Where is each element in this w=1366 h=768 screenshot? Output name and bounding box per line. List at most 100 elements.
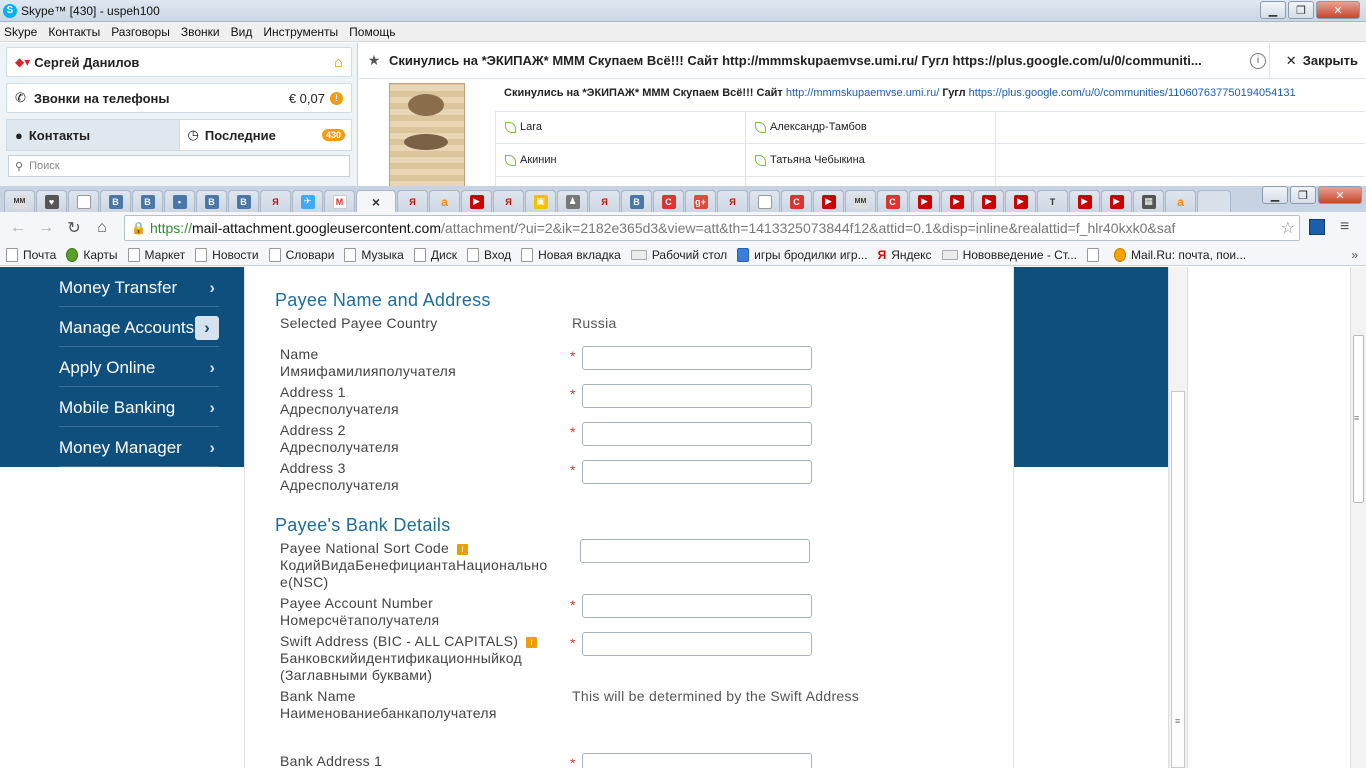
browser-tab[interactable]: ♥ [36, 190, 67, 212]
bookmarks-overflow-button[interactable]: » [1351, 248, 1358, 262]
menu-calls[interactable]: Звонки [181, 25, 220, 39]
bookmark-item[interactable]: Карты [66, 247, 118, 262]
menu-view[interactable]: Вид [231, 25, 253, 39]
info-tooltip-icon[interactable]: i [457, 544, 469, 555]
browser-tab[interactable]: В [132, 190, 163, 212]
menu-tools[interactable]: Инструменты [263, 25, 338, 39]
contact-search-input[interactable]: ⚲ Поиск [8, 155, 350, 177]
participant-item[interactable]: Акинин [505, 154, 557, 166]
inner-scrollbar[interactable]: ≡ [1168, 267, 1188, 768]
browser-tab[interactable]: ▶ [973, 190, 1004, 212]
browser-tab[interactable]: ▣ [525, 190, 556, 212]
browser-tab[interactable]: ▶ [813, 190, 844, 212]
bookmark-item[interactable]: Mail.Ru: почта, пои... [1114, 247, 1246, 262]
new-tab-button[interactable] [1197, 190, 1231, 212]
browser-tab[interactable]: g+ [685, 190, 716, 212]
nav-manage-accounts[interactable]: Manage Accounts › [59, 309, 219, 347]
info-tooltip-icon[interactable]: i [526, 637, 538, 648]
browser-tab[interactable]: a [1165, 190, 1196, 212]
browser-tab[interactable]: ▶ [941, 190, 972, 212]
browser-tab[interactable]: ▶ [1069, 190, 1100, 212]
browser-tab[interactable]: ✈ [292, 190, 323, 212]
browser-tab[interactable]: ▶ [909, 190, 940, 212]
nav-mobile-banking[interactable]: Mobile Banking › [59, 389, 219, 427]
bookmark-item[interactable]: игры бродилки игр... [737, 247, 868, 262]
browser-tab[interactable]: Я [717, 190, 748, 212]
bookmark-item[interactable]: Маркет [127, 247, 185, 262]
address3-field[interactable] [582, 460, 812, 484]
nav-money-transfer[interactable]: Money Transfer › [59, 269, 219, 307]
browser-tab[interactable]: ▶ [461, 190, 492, 212]
tab-contacts[interactable]: ● Контакты [6, 119, 180, 151]
menu-help[interactable]: Помощь [349, 25, 395, 39]
info-icon[interactable]: i [1250, 52, 1266, 69]
bookmark-item[interactable]: Вход [466, 247, 511, 262]
browser-tab[interactable]: Я [260, 190, 291, 212]
browser-tab[interactable]: T [1037, 190, 1068, 212]
browser-tab[interactable]: ▦ [1133, 190, 1164, 212]
browser-tab[interactable]: a [429, 190, 460, 212]
home-icon[interactable]: ⌂ [334, 54, 343, 71]
browser-tab[interactable]: В [228, 190, 259, 212]
bookmark-star-icon[interactable]: ☆ [1280, 218, 1295, 238]
bookmark-item[interactable]: Диск [413, 247, 457, 262]
browser-tab[interactable]: M [324, 190, 355, 212]
bookmark-item[interactable]: Нововведение - Ст... [941, 248, 1077, 262]
browser-maximize-button[interactable]: ❐ [1290, 186, 1316, 204]
browser-tab[interactable]: Я [397, 190, 428, 212]
maximize-button[interactable]: ❐ [1288, 1, 1314, 19]
menu-hamburger-icon[interactable]: ≡ [1340, 218, 1349, 236]
participant-item[interactable]: Lara [505, 121, 542, 133]
browser-tab[interactable] [749, 190, 780, 212]
forward-arrow-icon[interactable]: → [32, 219, 60, 237]
browser-tab[interactable]: В [621, 190, 652, 212]
menu-skype[interactable]: Skype [4, 25, 37, 39]
browser-tab[interactable]: C [653, 190, 684, 212]
address-bar[interactable]: 🔒 https://mail-attachment.googleusercont… [124, 215, 1300, 241]
bookmark-item[interactable]: Новости [195, 247, 259, 262]
browser-tab[interactable]: ▶ [1005, 190, 1036, 212]
browser-minimize-button[interactable]: ▁ [1262, 186, 1288, 204]
call-phones-row[interactable]: ✆ Звонки на телефоны € 0,07 ! [6, 83, 352, 113]
participant-item[interactable]: Александр-Тамбов [755, 121, 867, 133]
browser-tab[interactable]: C [877, 190, 908, 212]
profile-row[interactable]: ◆▾ Сергей Данилов ⌂ [6, 47, 352, 77]
home-icon[interactable]: ⌂ [88, 219, 116, 237]
tab-recent[interactable]: ◷ Последние 430 [179, 119, 352, 151]
browser-tab[interactable]: MM [4, 190, 35, 212]
reload-icon[interactable]: ↻ [60, 218, 88, 238]
browser-tab[interactable]: C [781, 190, 812, 212]
nav-apply-online[interactable]: Apply Online › [59, 349, 219, 387]
browser-tab[interactable] [68, 190, 99, 212]
close-tab-icon[interactable]: × [372, 194, 380, 210]
favorite-star-icon[interactable]: ★ [359, 52, 389, 69]
browser-tab[interactable]: ▶ [1101, 190, 1132, 212]
browser-tab[interactable]: MM [845, 190, 876, 212]
bank-address1-field[interactable] [582, 753, 812, 768]
bookmark-item[interactable]: Словари [268, 247, 334, 262]
minimize-button[interactable]: ▁ [1260, 1, 1286, 19]
participant-item[interactable]: Татьяна Чебыкина [755, 154, 865, 166]
browser-tab[interactable]: В [196, 190, 227, 212]
nsc-field[interactable] [580, 539, 810, 563]
topic-link-site[interactable]: http://mmmskupaemvse.umi.ru/ [786, 87, 939, 99]
browser-tab[interactable]: Я [589, 190, 620, 212]
account-number-field[interactable] [582, 594, 812, 618]
close-window-button[interactable]: ✕ [1316, 1, 1360, 19]
browser-tab[interactable]: В [100, 190, 131, 212]
status-icon[interactable]: ◆▾ [15, 55, 30, 69]
close-chat-button[interactable]: ✕ Закрыть [1286, 53, 1358, 69]
menu-contacts[interactable]: Контакты [48, 25, 100, 39]
address2-field[interactable] [582, 422, 812, 446]
browser-tab[interactable]: ♟ [557, 190, 588, 212]
page-scrollbar[interactable]: ≡ [1350, 267, 1366, 768]
topic-link-google[interactable]: https://plus.google.com/u/0/communities/… [969, 87, 1296, 99]
browser-tab[interactable]: Я [493, 190, 524, 212]
bookmark-item[interactable]: Почта [6, 247, 56, 262]
browser-tab[interactable]: ▪ [164, 190, 195, 212]
bookmark-item[interactable] [1087, 247, 1104, 262]
browser-close-button[interactable]: ✕ [1318, 186, 1362, 204]
back-arrow-icon[interactable]: ← [4, 219, 32, 237]
address1-field[interactable] [582, 384, 812, 408]
bookmark-item[interactable]: Новая вкладка [521, 247, 621, 262]
